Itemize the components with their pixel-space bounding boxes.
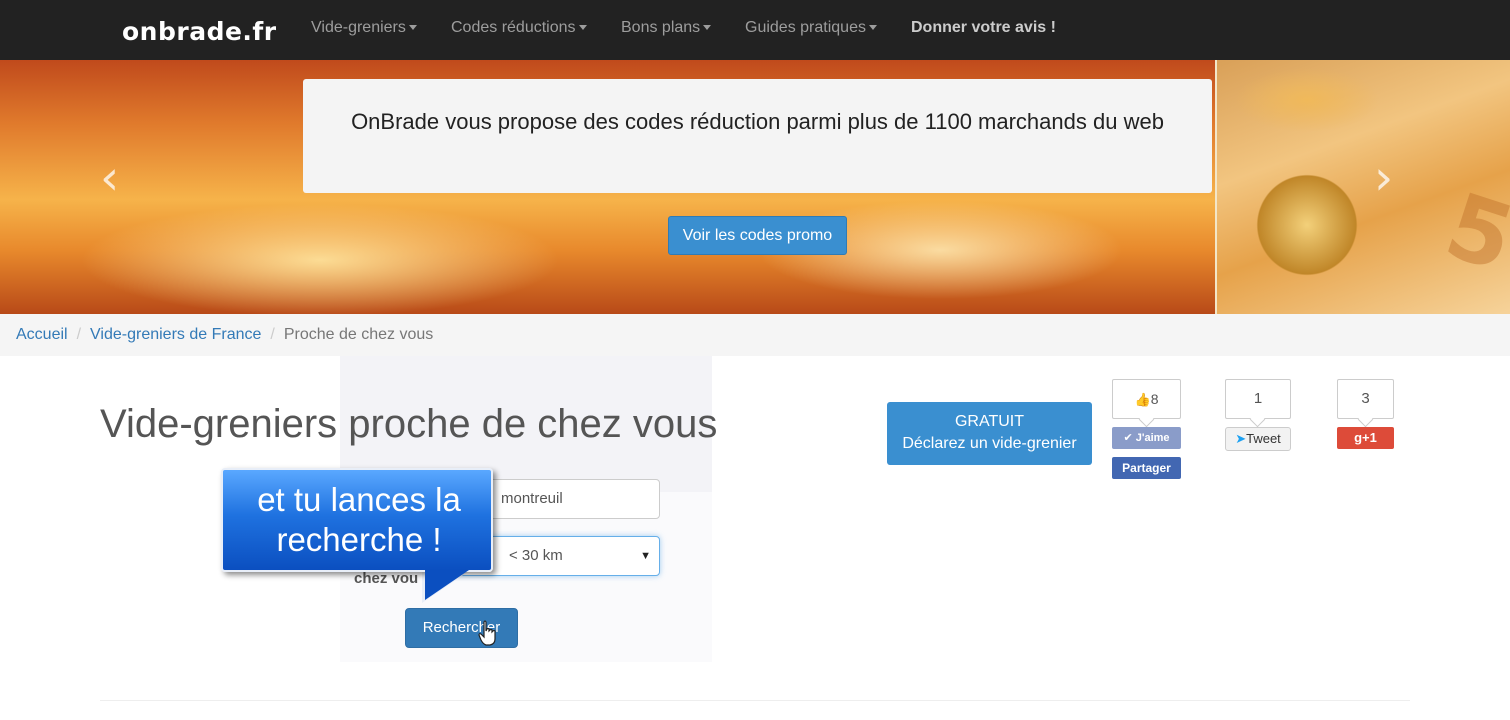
caret-down-icon [868, 25, 877, 31]
voir-codes-promo-button[interactable]: Voir les codes promo [668, 216, 847, 255]
hand-cursor-icon [478, 620, 496, 646]
breadcrumb-current: Proche de chez vous [283, 326, 434, 343]
facebook-like-button[interactable]: ✔ J'aime [1112, 427, 1181, 449]
nav-label: Vide-greniers [311, 19, 406, 36]
distance-value: < 30 km [509, 547, 563, 564]
check-icon: ✔ [1123, 432, 1133, 444]
gplus-count: 3 [1337, 379, 1394, 419]
breadcrumb-separator: / [76, 326, 82, 343]
caret-down-icon [703, 25, 712, 31]
breadcrumb: Accueil / Vide-greniers de France / Proche d… [0, 314, 1510, 356]
twitter-bird-icon: ➤ [1235, 431, 1247, 446]
nav-bons-plans[interactable]: Bons plans [621, 19, 712, 37]
callout-line-1: et tu lances la [257, 481, 461, 518]
hero-carousel: 50 ‹ › OnBrade vous propose des codes ré… [0, 60, 1510, 314]
nav-label: Bons plans [621, 19, 701, 36]
facebook-count: 👍8 [1112, 379, 1181, 419]
chevron-left-icon[interactable]: ‹ [100, 150, 119, 206]
caret-down-icon [578, 25, 587, 31]
caret-down-icon [408, 25, 417, 31]
callout-line-2: recherche ! [276, 521, 442, 558]
nav-guides-pratiques[interactable]: Guides pratiques [745, 19, 877, 37]
page-title: Vide-greniers proche de chez vous [100, 402, 718, 446]
callout-text: et tu lances la recherche ! [223, 480, 495, 560]
tweet-button[interactable]: ➤Tweet [1225, 427, 1291, 451]
nav-donner-avis[interactable]: Donner votre avis ! [911, 19, 1056, 37]
hero-caption-box: OnBrade vous propose des codes réduction… [303, 79, 1212, 193]
dropdown-arrow-icon: ▼ [640, 550, 651, 562]
facebook-like-label: J'aime [1135, 432, 1170, 444]
nav-codes-reductions[interactable]: Codes réductions [451, 19, 587, 37]
facebook-share-button[interactable]: Partager [1112, 457, 1181, 479]
declare-vide-grenier-button[interactable]: GRATUIT Déclarez un vide-grenier [887, 402, 1092, 465]
hero-side-image: 50 [1215, 60, 1510, 314]
tweet-label: Tweet [1246, 431, 1281, 446]
breadcrumb-accueil[interactable]: Accueil [16, 326, 68, 343]
distance-label: chez vou [354, 570, 419, 587]
nav-label: Guides pratiques [745, 19, 866, 36]
chevron-right-icon[interactable]: › [1374, 150, 1393, 206]
declare-line-2: Déclarez un vide-grenier [902, 435, 1077, 452]
tutorial-callout: et tu lances la recherche ! [221, 468, 493, 572]
breadcrumb-separator: / [270, 326, 275, 343]
gplus-button[interactable]: g+1 [1337, 427, 1394, 449]
twitter-count: 1 [1225, 379, 1291, 419]
hero-caption: OnBrade vous propose des codes réduction… [351, 109, 1164, 134]
nav-vide-greniers[interactable]: Vide-greniers [311, 19, 417, 37]
breadcrumb-vide-greniers[interactable]: Vide-greniers de France [90, 326, 261, 343]
banknote-decoration: 50 [1433, 173, 1510, 312]
brand-logo[interactable]: onbrade.fr [122, 17, 277, 46]
nav-label: Codes réductions [451, 19, 576, 36]
divider [100, 700, 1410, 701]
callout-tail [425, 570, 469, 600]
thumbs-up-icon: 👍 [1134, 392, 1151, 407]
top-navbar: onbrade.fr Vide-greniers Codes réduction… [0, 0, 1510, 60]
declare-line-1: GRATUIT [954, 413, 1025, 430]
facebook-count-value: 8 [1150, 391, 1159, 407]
search-button[interactable]: Rechercher [405, 608, 518, 648]
